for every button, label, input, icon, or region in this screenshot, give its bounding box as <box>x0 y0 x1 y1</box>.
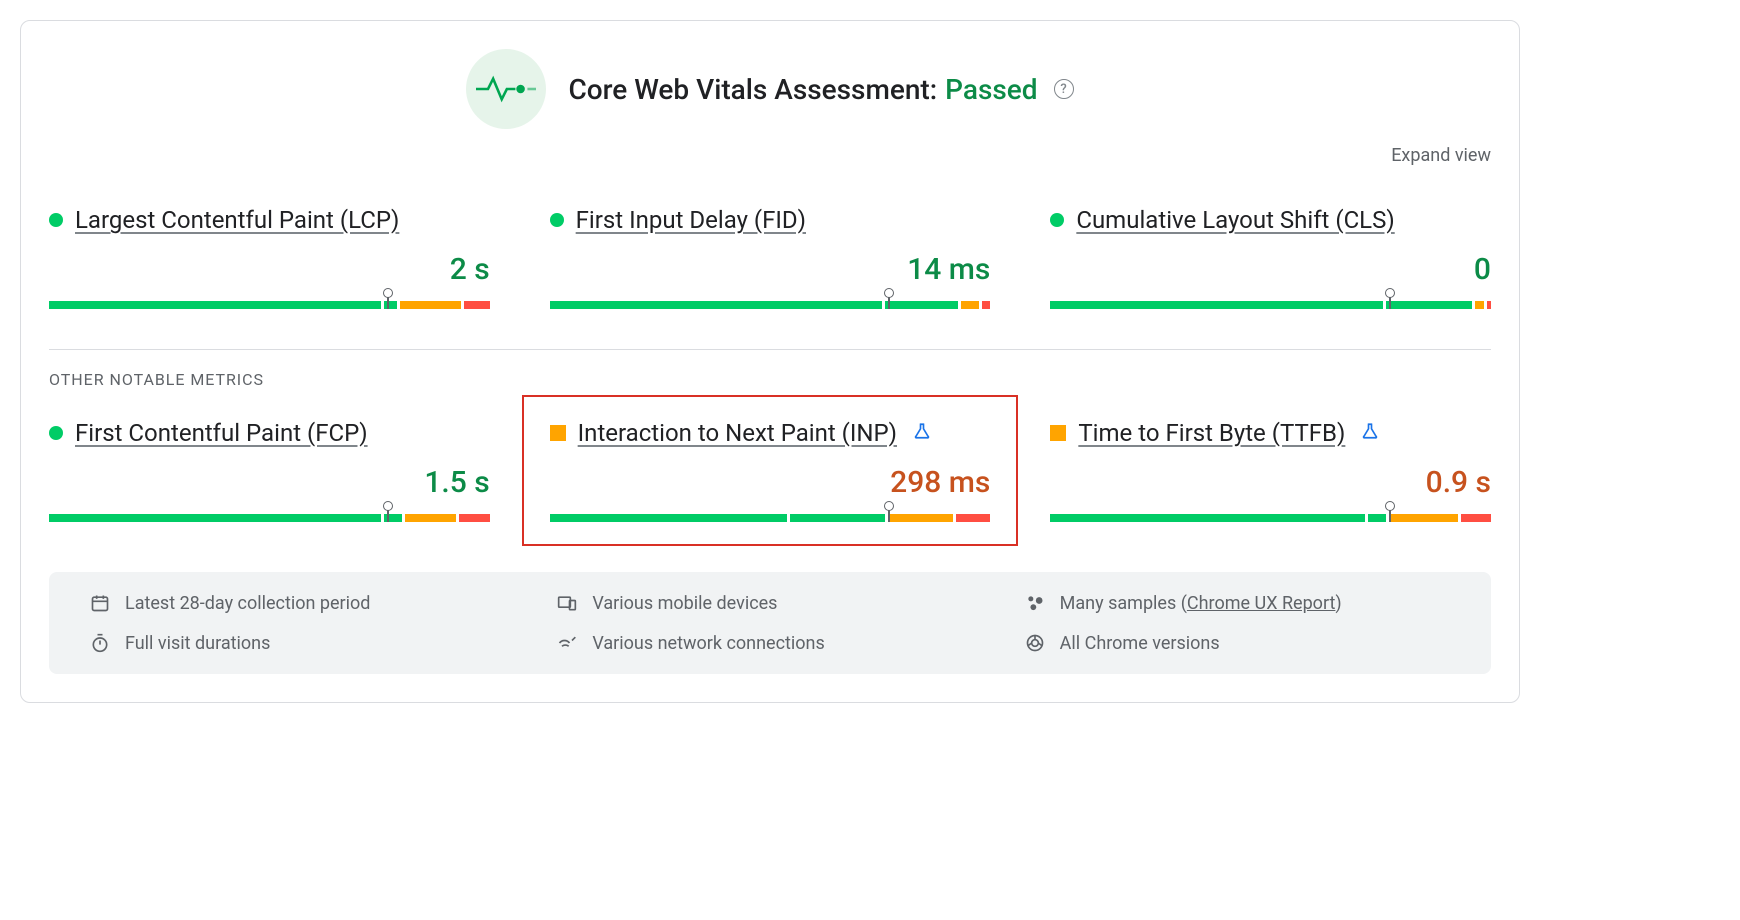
flask-icon[interactable] <box>913 421 931 445</box>
metric-label-link[interactable]: Time to First Byte (TTFB) <box>1078 419 1345 447</box>
crux-report-link[interactable]: Chrome UX Report <box>1187 593 1335 614</box>
metric-fid: First Input Delay (FID) 14 ms <box>550 206 991 309</box>
core-web-vitals-card: Core Web Vitals Assessment: Passed ? Exp… <box>20 20 1520 703</box>
percentile-marker <box>1389 508 1391 522</box>
status-good-icon <box>1050 213 1064 227</box>
percentile-marker <box>387 508 389 522</box>
metric-value: 0.9 s <box>1050 465 1491 500</box>
footer-durations: Full visit durations <box>89 632 516 654</box>
metric-header: Cumulative Layout Shift (CLS) <box>1050 206 1491 234</box>
divider <box>49 349 1491 350</box>
percentile-marker <box>1389 295 1391 309</box>
metric-value: 298 ms <box>550 465 991 500</box>
metric-value: 14 ms <box>550 252 991 287</box>
other-metrics-grid: First Contentful Paint (FCP) 1.5 s Interac… <box>49 419 1491 522</box>
percentile-marker <box>387 295 389 309</box>
metric-header: Largest Contentful Paint (LCP) <box>49 206 490 234</box>
metric-value: 0 <box>1050 252 1491 287</box>
expand-view-link[interactable]: Expand view <box>1391 145 1491 166</box>
flask-icon[interactable] <box>1361 421 1379 445</box>
percentile-marker <box>888 295 890 309</box>
chrome-icon <box>1024 632 1046 654</box>
metric-ttfb: Time to First Byte (TTFB) 0.9 s <box>1050 419 1491 522</box>
metric-cls: Cumulative Layout Shift (CLS) 0 <box>1050 206 1491 309</box>
devices-icon <box>556 592 578 614</box>
metric-inp: Interaction to Next Paint (INP) 298 ms <box>550 419 991 522</box>
vitals-pulse-icon <box>466 49 546 129</box>
help-icon[interactable]: ? <box>1054 79 1074 99</box>
metric-label-link[interactable]: Cumulative Layout Shift (CLS) <box>1076 206 1394 234</box>
network-icon <box>556 632 578 654</box>
status-good-icon <box>550 213 564 227</box>
metric-header: First Contentful Paint (FCP) <box>49 419 490 447</box>
other-metrics-heading: OTHER NOTABLE METRICS <box>49 370 1491 389</box>
status-good-icon <box>49 426 63 440</box>
distribution-bar <box>550 504 991 522</box>
distribution-bar <box>550 291 991 309</box>
status-good-icon <box>49 213 63 227</box>
assessment-title: Core Web Vitals Assessment: Passed ? <box>568 73 1073 106</box>
distribution-bar <box>1050 504 1491 522</box>
metric-value: 1.5 s <box>49 465 490 500</box>
metric-header: Interaction to Next Paint (INP) <box>550 419 991 447</box>
status-needs-improvement-icon <box>1050 425 1066 441</box>
metric-label-link[interactable]: Interaction to Next Paint (INP) <box>578 419 897 447</box>
assessment-title-prefix: Core Web Vitals Assessment: <box>568 73 937 106</box>
distribution-bar <box>49 504 490 522</box>
metric-header: First Input Delay (FID) <box>550 206 991 234</box>
metric-label-link[interactable]: First Input Delay (FID) <box>576 206 806 234</box>
samples-icon <box>1024 592 1046 614</box>
core-metrics-grid: Largest Contentful Paint (LCP) 2 s First I… <box>49 206 1491 309</box>
metric-fcp: First Contentful Paint (FCP) 1.5 s <box>49 419 490 522</box>
footer-network: Various network connections <box>556 632 983 654</box>
metric-header: Time to First Byte (TTFB) <box>1050 419 1491 447</box>
footer-info: Latest 28-day collection period Various … <box>49 572 1491 674</box>
distribution-bar <box>1050 291 1491 309</box>
footer-samples: Many samples (Chrome UX Report) <box>1024 592 1451 614</box>
footer-versions: All Chrome versions <box>1024 632 1451 654</box>
metric-lcp: Largest Contentful Paint (LCP) 2 s <box>49 206 490 309</box>
footer-collection-period: Latest 28-day collection period <box>89 592 516 614</box>
percentile-marker <box>888 508 890 522</box>
stopwatch-icon <box>89 632 111 654</box>
metric-label-link[interactable]: Largest Contentful Paint (LCP) <box>75 206 399 234</box>
metric-value: 2 s <box>49 252 490 287</box>
calendar-icon <box>89 592 111 614</box>
assessment-header: Core Web Vitals Assessment: Passed ? <box>49 49 1491 129</box>
status-needs-improvement-icon <box>550 425 566 441</box>
metric-label-link[interactable]: First Contentful Paint (FCP) <box>75 419 368 447</box>
distribution-bar <box>49 291 490 309</box>
assessment-status: Passed <box>945 73 1037 106</box>
footer-devices: Various mobile devices <box>556 592 983 614</box>
